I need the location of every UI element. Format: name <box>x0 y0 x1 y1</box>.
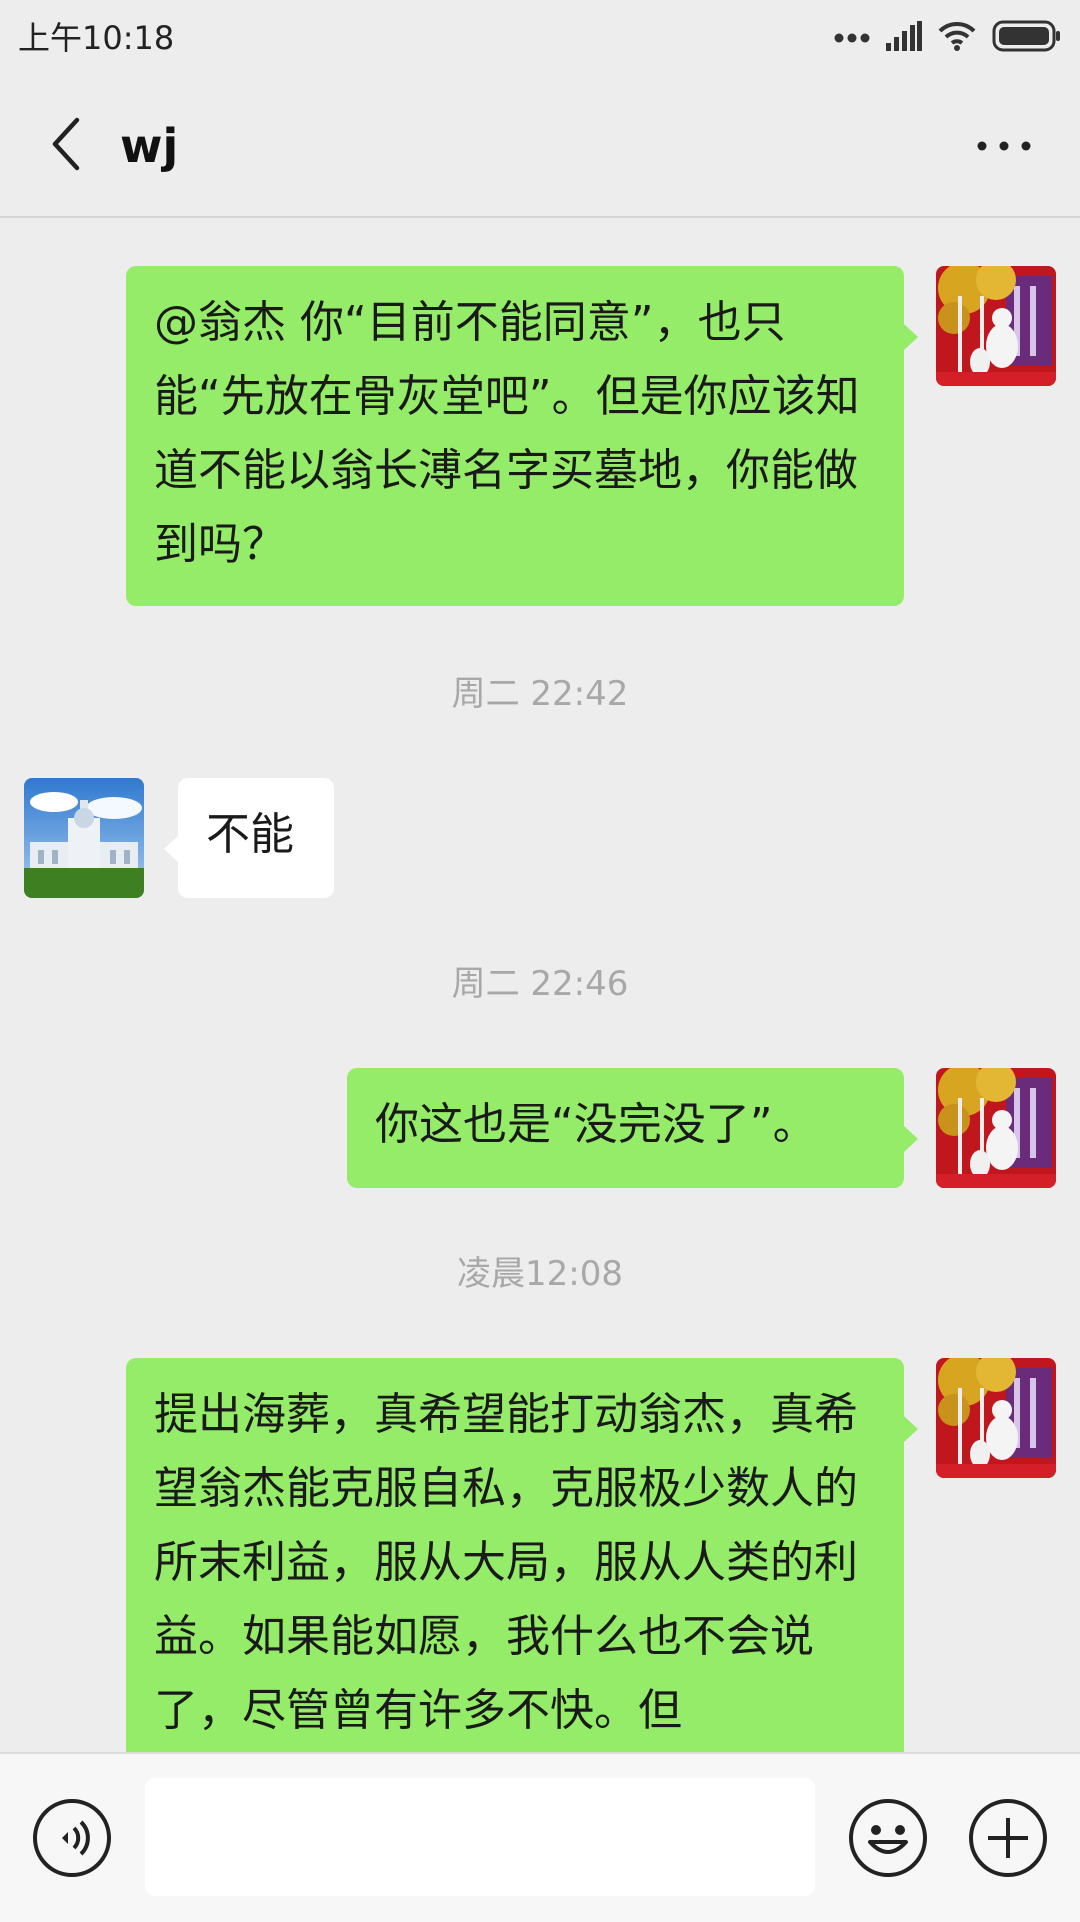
my-avatar[interactable] <box>936 1068 1056 1188</box>
wifi-icon <box>938 21 976 55</box>
my-avatar[interactable] <box>936 1358 1056 1478</box>
bubble-tail <box>904 324 918 350</box>
more-horizontal-icon <box>976 137 1032 156</box>
more-dots-icon <box>834 29 870 48</box>
more-functions-button[interactable] <box>968 1798 1048 1878</box>
message-bubble-outgoing[interactable]: 你这也是“没完没了”。 <box>347 1068 904 1188</box>
emoji-icon <box>848 1799 928 1882</box>
bubble-tail <box>164 836 178 862</box>
emoji-button[interactable] <box>848 1798 928 1878</box>
status-bar: 上午10:18 <box>0 0 1080 76</box>
back-button[interactable] <box>36 116 96 176</box>
bubble-tail <box>904 1126 918 1152</box>
plus-circle-icon <box>968 1799 1048 1882</box>
message-bubble-outgoing[interactable]: 提出海葬，真希望能打动翁杰，真希望翁杰能克服自私，克服极少数人的所末利益，服从大… <box>126 1358 904 1752</box>
more-options-button[interactable] <box>964 116 1044 176</box>
chat-header: wj <box>0 76 1080 218</box>
my-avatar[interactable] <box>936 266 1056 386</box>
voice-icon <box>32 1799 112 1882</box>
status-time: 上午10:18 <box>18 19 175 57</box>
message-list[interactable]: @翁杰 你“目前不能同意”，也只能“先放在骨灰堂吧”。但是你应该知道不能以翁长溥… <box>0 218 1080 1752</box>
message-bubble-incoming[interactable]: 不能 <box>178 778 334 898</box>
message-timestamp: 周二 22:46 <box>451 964 629 1004</box>
message-timestamp: 周二 22:42 <box>451 674 629 714</box>
status-icons <box>834 18 1062 58</box>
chevron-left-icon <box>49 116 83 176</box>
chat-title: wj <box>120 119 179 173</box>
bubble-tail <box>904 1416 918 1442</box>
contact-avatar[interactable] <box>24 778 144 898</box>
signal-icon <box>886 21 922 55</box>
input-bar <box>0 1752 1080 1922</box>
voice-button[interactable] <box>32 1798 112 1878</box>
message-input[interactable] <box>145 1778 815 1896</box>
message-bubble-outgoing[interactable]: @翁杰 你“目前不能同意”，也只能“先放在骨灰堂吧”。但是你应该知道不能以翁长溥… <box>126 266 904 606</box>
battery-icon <box>992 20 1062 56</box>
message-timestamp: 凌晨12:08 <box>457 1254 623 1294</box>
